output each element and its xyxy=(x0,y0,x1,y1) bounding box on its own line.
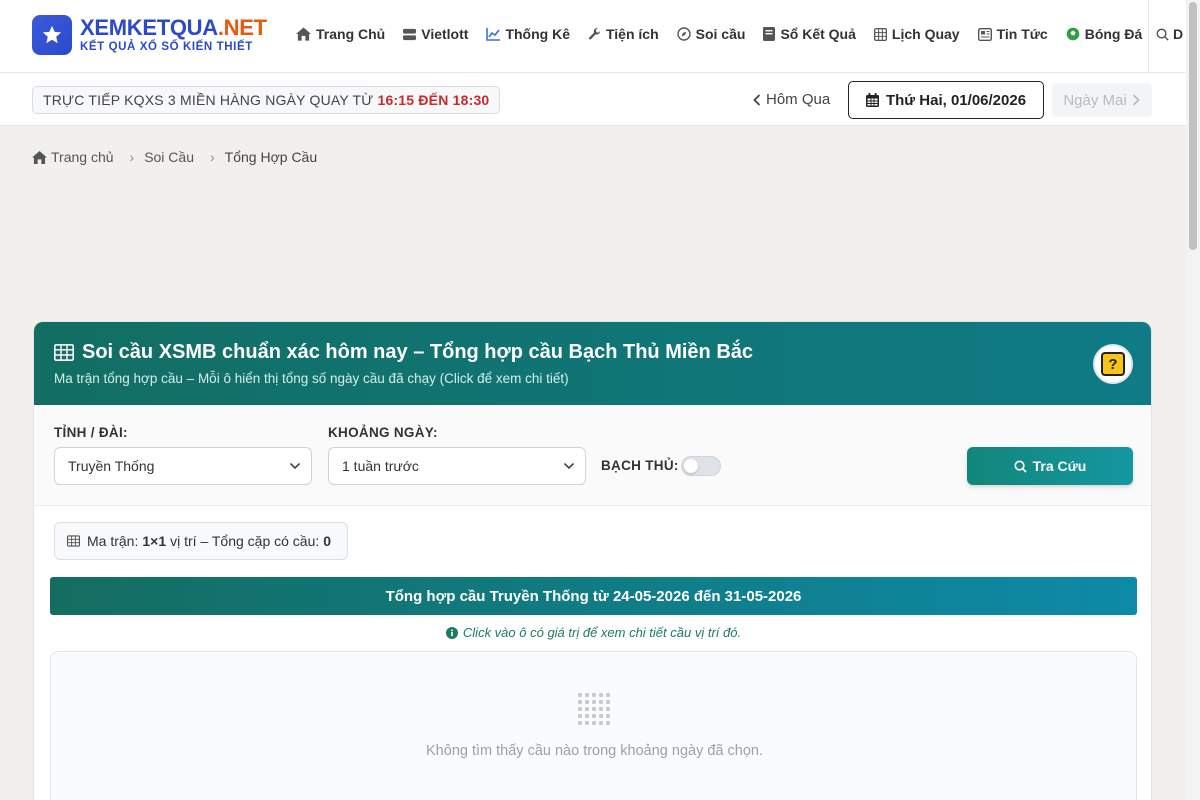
previous-day-button[interactable]: Hôm Qua xyxy=(752,91,830,108)
nav-search[interactable]: D xyxy=(1156,26,1183,42)
date-range-select[interactable]: 1 tuần trước xyxy=(328,447,586,485)
date-range-label: KHOẢNG NGÀY: xyxy=(328,425,438,440)
chevron-down-icon xyxy=(289,462,301,470)
card-description: Ma trận tổng hợp cầu – Mỗi ô hiển thị tổ… xyxy=(54,371,569,386)
book-icon xyxy=(763,27,776,41)
breadcrumb-separator-icon: › xyxy=(129,149,135,165)
grid-dots-icon xyxy=(578,693,610,725)
chevron-right-icon xyxy=(1132,94,1140,106)
matrix-size: 1×1 xyxy=(142,533,167,549)
filter-panel: TỈNH / ĐÀI: Truyền Thống KHOẢNG NGÀY: 1 … xyxy=(34,405,1151,506)
toggle-knob xyxy=(684,459,698,473)
live-time: 16:15 ĐẾN 18:30 xyxy=(377,92,490,108)
site-logo[interactable]: XEMKETQUA.NET KẾT QUẢ XỔ SỐ KIẾN THIẾT xyxy=(32,15,267,55)
home-icon xyxy=(32,150,47,164)
info-icon xyxy=(445,626,458,639)
breadcrumb-home[interactable]: Trang chủ xyxy=(51,149,114,165)
main-nav: Trang Chủ Vietlott Thống Kê Tiện ích Soi… xyxy=(296,26,1160,42)
nav-item-so-ket-qua[interactable]: Sổ Kết Quả xyxy=(763,26,856,42)
soccer-ball-icon xyxy=(1066,27,1080,41)
nav-item-tien-ich[interactable]: Tiện ích xyxy=(588,26,659,42)
current-date-button[interactable]: Thứ Hai, 01/06/2026 xyxy=(848,81,1044,119)
breadcrumb-current: Tổng Hợp Cầu xyxy=(224,149,318,165)
page-scrollbar[interactable] xyxy=(1186,0,1200,800)
next-day-button[interactable]: Ngày Mai xyxy=(1052,83,1152,117)
nav-item-bong-da[interactable]: Bóng Đá xyxy=(1066,26,1142,42)
brand-tagline: KẾT QUẢ XỔ SỐ KIẾN THIẾT xyxy=(80,41,253,53)
breadcrumb: Trang chủ › Soi Cầu › Tổng Hợp Cầu xyxy=(32,149,317,165)
brand-name: XEMKETQUA.NET xyxy=(80,15,267,40)
nav-item-thong-ke[interactable]: Thống Kê xyxy=(486,26,570,42)
province-label: TỈNH / ĐÀI: xyxy=(54,425,128,440)
click-hint: Click vào ô có giá trị để xem chi tiết c… xyxy=(34,625,1151,640)
nav-item-vietlott[interactable]: Vietlott xyxy=(403,26,468,42)
bach-thu-toggle[interactable] xyxy=(681,456,721,476)
card-title: Soi cầu XSMB chuẩn xác hôm nay – Tổng hợ… xyxy=(54,341,753,364)
card-header: Soi cầu XSMB chuẩn xác hôm nay – Tổng hợ… xyxy=(34,322,1151,405)
matrix-summary: Ma trận: 1×1 vị trí – Tổng cặp có cầu: 0 xyxy=(54,522,349,560)
breadcrumb-separator-icon: › xyxy=(210,149,215,165)
live-schedule-notice: TRỰC TIẾP KQXS 3 MIỀN HÀNG NGÀY QUAY TỪ … xyxy=(32,86,501,114)
empty-state-text: Không tìm thấy cầu nào trong khoảng ngày… xyxy=(426,743,763,759)
newspaper-icon xyxy=(977,27,992,41)
nav-item-home[interactable]: Trang Chủ xyxy=(296,26,385,42)
compass-icon xyxy=(676,27,691,41)
star-icon xyxy=(32,15,72,55)
search-button[interactable]: Tra Cứu xyxy=(967,447,1133,485)
date-bar: TRỰC TIẾP KQXS 3 MIỀN HÀNG NGÀY QUAY TỪ … xyxy=(0,73,1186,126)
question-block-icon: ? xyxy=(1101,352,1125,376)
help-button[interactable]: ? xyxy=(1093,344,1133,384)
wrench-icon xyxy=(588,27,601,39)
database-icon xyxy=(403,28,417,40)
home-icon xyxy=(296,27,311,41)
top-header: XEMKETQUA.NET KẾT QUẢ XỔ SỐ KIẾN THIẾT T… xyxy=(0,0,1186,73)
nav-item-lich-quay[interactable]: Lịch Quay xyxy=(873,26,960,42)
chart-line-icon xyxy=(486,27,501,41)
calendar-icon xyxy=(865,93,879,107)
bach-thu-label: BẠCH THỦ: xyxy=(601,458,679,473)
search-icon xyxy=(1014,459,1027,473)
breadcrumb-soi-cau[interactable]: Soi Cầu xyxy=(144,149,194,165)
province-select[interactable]: Truyền Thống xyxy=(54,447,312,485)
calendar-grid-icon xyxy=(873,27,887,41)
search-icon xyxy=(1156,28,1169,41)
chevron-down-icon xyxy=(563,462,575,470)
table-icon xyxy=(54,344,74,361)
table-icon xyxy=(67,535,80,547)
chevron-left-icon xyxy=(753,93,761,106)
range-title-bar: Tổng hợp cầu Truyền Thống từ 24-05-2026 … xyxy=(50,577,1137,615)
nav-divider xyxy=(1148,0,1149,73)
nav-item-tin-tuc[interactable]: Tin Tức xyxy=(977,26,1048,42)
nav-item-soi-cau[interactable]: Soi cầu xyxy=(676,26,745,42)
empty-state: Không tìm thấy cầu nào trong khoảng ngày… xyxy=(50,651,1137,800)
scrollbar-thumb[interactable] xyxy=(1189,2,1197,250)
tong-hop-cau-card: Soi cầu XSMB chuẩn xác hôm nay – Tổng hợ… xyxy=(33,321,1152,800)
matrix-total: 0 xyxy=(323,533,332,549)
